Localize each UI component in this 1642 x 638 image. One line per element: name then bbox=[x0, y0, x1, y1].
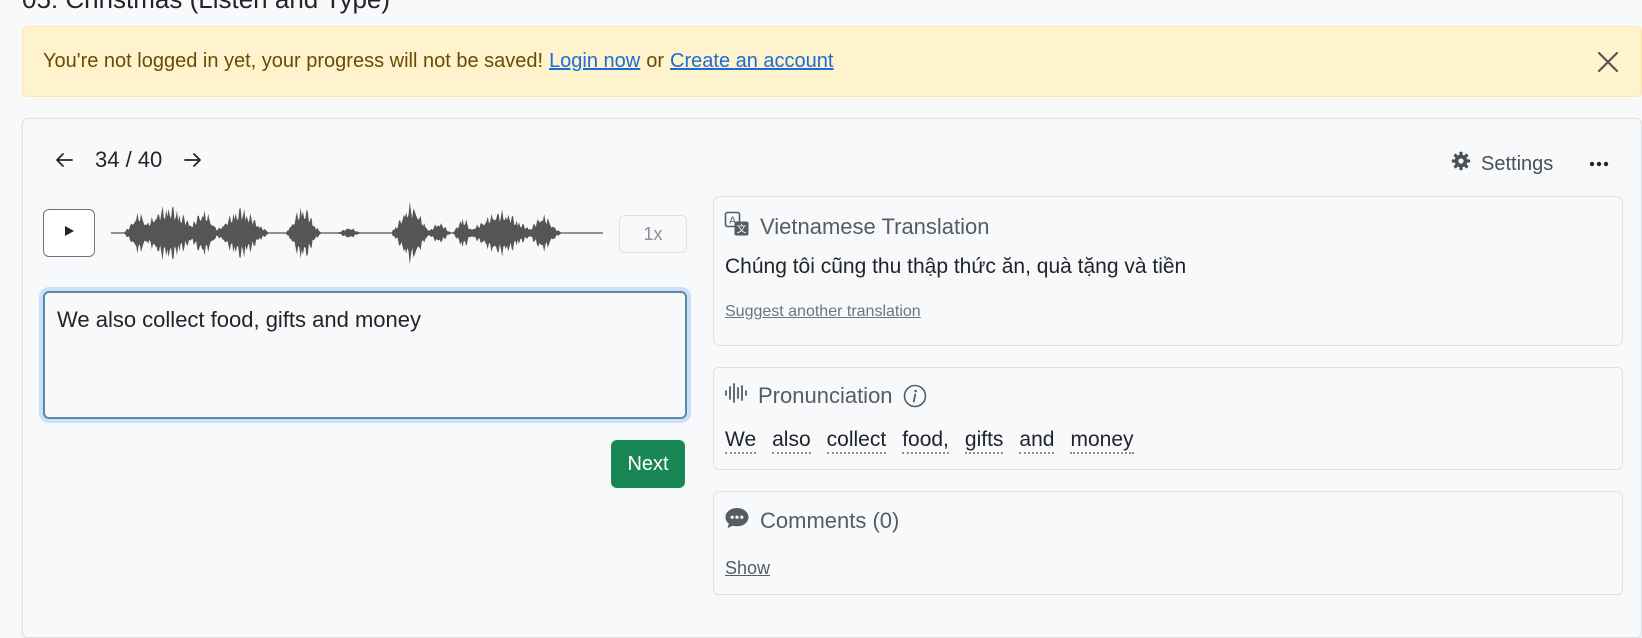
comments-header: Comments (0) bbox=[724, 506, 899, 536]
translate-icon: A 文 bbox=[724, 211, 750, 243]
login-alert: You're not logged in yet, your progress … bbox=[22, 26, 1642, 97]
audio-player: 1x bbox=[43, 201, 687, 265]
pronunciation-panel: Pronunciation We also collect food, gifts and… bbox=[713, 367, 1623, 470]
pronunciation-word[interactable]: money bbox=[1070, 428, 1134, 455]
comments-panel: Comments (0) Show bbox=[713, 491, 1623, 595]
show-comments-link[interactable]: Show bbox=[725, 558, 770, 579]
pronunciation-header: Pronunciation bbox=[724, 382, 927, 410]
create-account-link[interactable]: Create an account bbox=[670, 50, 833, 73]
alert-message: You're not logged in yet, your progress … bbox=[43, 50, 544, 72]
pronunciation-word[interactable]: and bbox=[1019, 428, 1055, 455]
question-nav: 34 / 40 bbox=[51, 143, 206, 177]
pronunciation-title: Pronunciation bbox=[758, 383, 893, 408]
settings-button[interactable]: Settings bbox=[1451, 149, 1553, 179]
arrow-right-icon[interactable] bbox=[180, 147, 206, 173]
translation-title: Vietnamese Translation bbox=[760, 214, 990, 239]
pronunciation-word[interactable]: gifts bbox=[964, 428, 1004, 455]
playback-speed-button[interactable]: 1x bbox=[619, 215, 687, 253]
exercise-card: 34 / 40 Settings 1x We also collect food… bbox=[22, 118, 1642, 638]
arrow-left-icon[interactable] bbox=[51, 147, 77, 173]
pronunciation-word[interactable]: also bbox=[772, 428, 811, 455]
answer-input[interactable] bbox=[43, 291, 687, 419]
pronunciation-words: We also collect food, gifts and money bbox=[725, 428, 1134, 455]
chat-icon bbox=[724, 506, 750, 536]
pronunciation-word[interactable]: collect bbox=[826, 428, 887, 455]
suggest-translation-link[interactable]: Suggest another translation bbox=[725, 303, 921, 321]
waveform-shape bbox=[111, 201, 603, 265]
gear-icon bbox=[1451, 151, 1471, 177]
page-title: 05: Christmas (Listen and Type) bbox=[22, 0, 390, 15]
next-button[interactable]: Next bbox=[611, 440, 685, 488]
play-icon bbox=[62, 224, 76, 243]
more-horizontal-icon[interactable] bbox=[1583, 149, 1615, 179]
pronunciation-word[interactable]: food, bbox=[902, 428, 949, 455]
audio-waveform[interactable] bbox=[111, 195, 603, 271]
audio-waveform-icon bbox=[724, 382, 748, 410]
question-counter: 34 / 40 bbox=[95, 147, 163, 172]
close-icon[interactable] bbox=[1593, 47, 1623, 77]
translation-text: Chúng tôi cũng thu thập thức ăn, quà tặn… bbox=[725, 255, 1187, 278]
translation-header: A 文 Vietnamese Translation bbox=[724, 211, 990, 243]
settings-label: Settings bbox=[1481, 152, 1554, 175]
play-button[interactable] bbox=[43, 209, 95, 257]
info-icon[interactable] bbox=[903, 384, 927, 408]
pronunciation-word[interactable]: We bbox=[725, 428, 757, 455]
translation-panel: A 文 Vietnamese Translation Chúng tôi cũn… bbox=[713, 196, 1623, 346]
svg-text:文: 文 bbox=[737, 223, 747, 236]
login-link[interactable]: Login now bbox=[549, 50, 640, 73]
comments-title: Comments (0) bbox=[760, 508, 900, 533]
alert-separator: or bbox=[646, 50, 665, 72]
